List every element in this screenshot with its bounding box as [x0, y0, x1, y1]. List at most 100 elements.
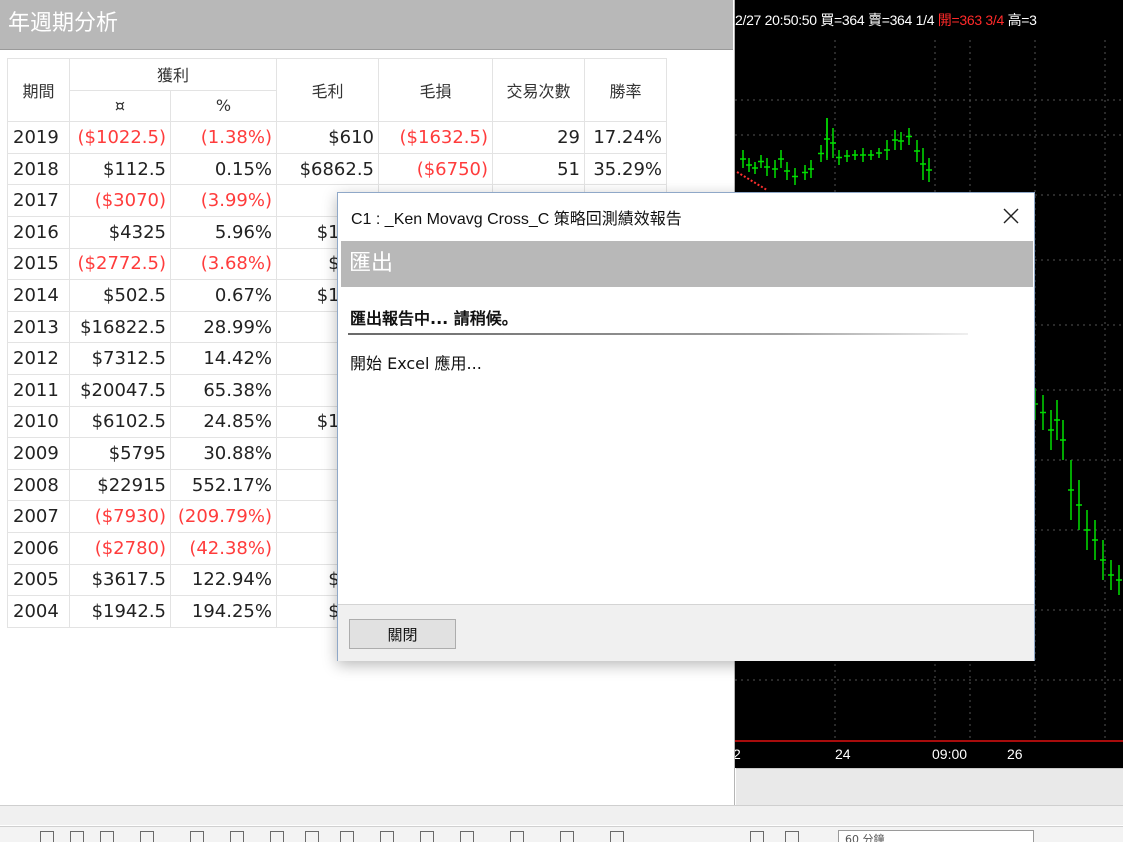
- header-gross-loss: 毛損: [378, 57, 493, 123]
- toolbar-tool-icon[interactable]: [750, 831, 764, 842]
- cell-year: 2006: [7, 531, 70, 565]
- toolbar-tool-icon[interactable]: [380, 831, 394, 842]
- header-profit-percent: %: [170, 89, 277, 123]
- cell-percent: 0.15%: [170, 152, 277, 186]
- toolbar-tool-icon[interactable]: [70, 831, 84, 842]
- toolbar-tool-icon[interactable]: [560, 831, 574, 842]
- export-dialog: C1 : _Ken Movavg Cross_C 策略回測績效報告 匯出 匯出報…: [337, 192, 1035, 661]
- cell-percent: 28.99%: [170, 310, 277, 344]
- cell-win-rate: 35.29%: [584, 152, 667, 186]
- dialog-titlebar: C1 : _Ken Movavg Cross_C 策略回測績效報告: [338, 193, 1034, 237]
- cell-year: 2016: [7, 215, 70, 249]
- cell-profit: $502.5: [69, 279, 171, 312]
- cell-profit: $16822.5: [69, 310, 171, 344]
- export-status-text: 匯出報告中... 請稍候。: [350, 309, 518, 328]
- cell-percent: (42.38%): [170, 531, 277, 565]
- toolbar-tool-icon[interactable]: [40, 831, 54, 842]
- cell-percent: 5.96%: [170, 215, 277, 249]
- cell-gross-profit: $6862.5: [276, 152, 379, 186]
- cell-gross-loss: ($6750): [378, 152, 493, 186]
- header-profit: 獲利: [69, 58, 277, 91]
- dialog-header: 匯出: [341, 241, 1033, 287]
- cell-year: 2007: [7, 500, 70, 533]
- cell-year: 2017: [7, 184, 70, 217]
- toolbar-tool-icon[interactable]: [270, 831, 284, 842]
- cell-percent: (3.68%): [170, 247, 277, 281]
- interval-select[interactable]: 60 分鐘: [838, 830, 1034, 842]
- cell-gross-profit: $610: [276, 121, 379, 154]
- close-button[interactable]: 關閉: [349, 619, 456, 649]
- cell-profit: $7312.5: [69, 342, 171, 375]
- table-row: 2019 ($1022.5) (1.38%) $610 ($1632.5) 29 17.24…: [7, 121, 667, 154]
- cell-profit: ($2772.5): [69, 247, 171, 281]
- cell-year: 2009: [7, 437, 70, 470]
- panel-title: 年週期分析: [0, 0, 733, 50]
- cell-profit: $3617.5: [69, 563, 171, 597]
- cell-year: 2013: [7, 310, 70, 344]
- toolbar-tool-icon[interactable]: [100, 831, 114, 842]
- toolbar-tool-icon[interactable]: [510, 831, 524, 842]
- cell-year: 2011: [7, 373, 70, 407]
- moving-average-line: [736, 171, 768, 191]
- cell-year: 2018: [7, 152, 70, 186]
- header-trade-count: 交易次數: [492, 57, 585, 123]
- header-period: 期間: [7, 57, 70, 123]
- cell-percent: (1.38%): [170, 121, 277, 154]
- header-win-rate: 勝率: [584, 57, 667, 123]
- close-icon-glyph: [1003, 208, 1019, 224]
- close-icon[interactable]: [998, 203, 1024, 229]
- cell-percent: 65.38%: [170, 373, 277, 407]
- app-window: 2/27 20:50:50 買=364 賣=364 1/4 開=363 3/4 …: [0, 0, 1123, 842]
- toolbar-tool-icon[interactable]: [190, 831, 204, 842]
- cell-profit: ($3070): [69, 184, 171, 217]
- toolbar-tool-icon[interactable]: [340, 831, 354, 842]
- toolbar-tool-icon[interactable]: [230, 831, 244, 842]
- cell-trade-count: 51: [492, 152, 585, 186]
- cell-year: 2015: [7, 247, 70, 281]
- dialog-title: C1 : _Ken Movavg Cross_C 策略回測績效報告: [351, 211, 682, 228]
- cell-year: 2004: [7, 595, 70, 628]
- toolbar-tool-icon[interactable]: [140, 831, 154, 842]
- time-axis-label-2: 24: [835, 746, 851, 762]
- table-row: 2018 $112.5 0.15% $6862.5 ($6750) 51 35.29%: [7, 152, 667, 186]
- cell-win-rate: 17.24%: [584, 121, 667, 154]
- cell-year: 2012: [7, 342, 70, 375]
- globe-icon[interactable]: [785, 831, 799, 842]
- cell-percent: 14.42%: [170, 342, 277, 375]
- cell-profit: ($1022.5): [69, 121, 171, 154]
- export-message: 開始 Excel 應用...: [350, 354, 482, 373]
- cell-year: 2008: [7, 468, 70, 502]
- cell-year: 2014: [7, 279, 70, 312]
- cell-percent: 552.17%: [170, 468, 277, 502]
- cell-percent: 24.85%: [170, 405, 277, 439]
- time-axis-label-4: 26: [1007, 746, 1023, 762]
- cell-percent: 122.94%: [170, 563, 277, 597]
- status-bar: [0, 805, 1123, 825]
- cell-profit: $4325: [69, 215, 171, 249]
- cell-profit: $1942.5: [69, 595, 171, 628]
- cell-profit: $22915: [69, 468, 171, 502]
- cell-profit: $5795: [69, 437, 171, 470]
- cell-percent: (209.79%): [170, 500, 277, 533]
- drawing-toolbar: 60 分鐘: [0, 826, 1123, 842]
- toolbar-tool-icon[interactable]: [460, 831, 474, 842]
- cell-year: 2010: [7, 405, 70, 439]
- header-profit-currency: ¤: [69, 89, 171, 123]
- toolbar-tool-icon[interactable]: [610, 831, 624, 842]
- toolbar-tool-icon[interactable]: [420, 831, 434, 842]
- cell-year: 2005: [7, 563, 70, 597]
- cell-profit: ($7930): [69, 500, 171, 533]
- header-gross-profit: 毛利: [276, 57, 379, 123]
- cell-profit: ($2780): [69, 531, 171, 565]
- cell-percent: 0.67%: [170, 279, 277, 312]
- progress-line: [348, 333, 968, 335]
- cell-percent: 30.88%: [170, 437, 277, 470]
- cell-year: 2019: [7, 121, 70, 154]
- cell-profit: $112.5: [69, 152, 171, 186]
- time-axis-label-1: 2: [735, 746, 741, 762]
- toolbar-tool-icon[interactable]: [305, 831, 319, 842]
- time-axis-label-3: 09:00: [932, 746, 968, 762]
- cell-profit: $20047.5: [69, 373, 171, 407]
- cell-percent: 194.25%: [170, 595, 277, 628]
- dialog-footer: 關閉: [338, 604, 1034, 661]
